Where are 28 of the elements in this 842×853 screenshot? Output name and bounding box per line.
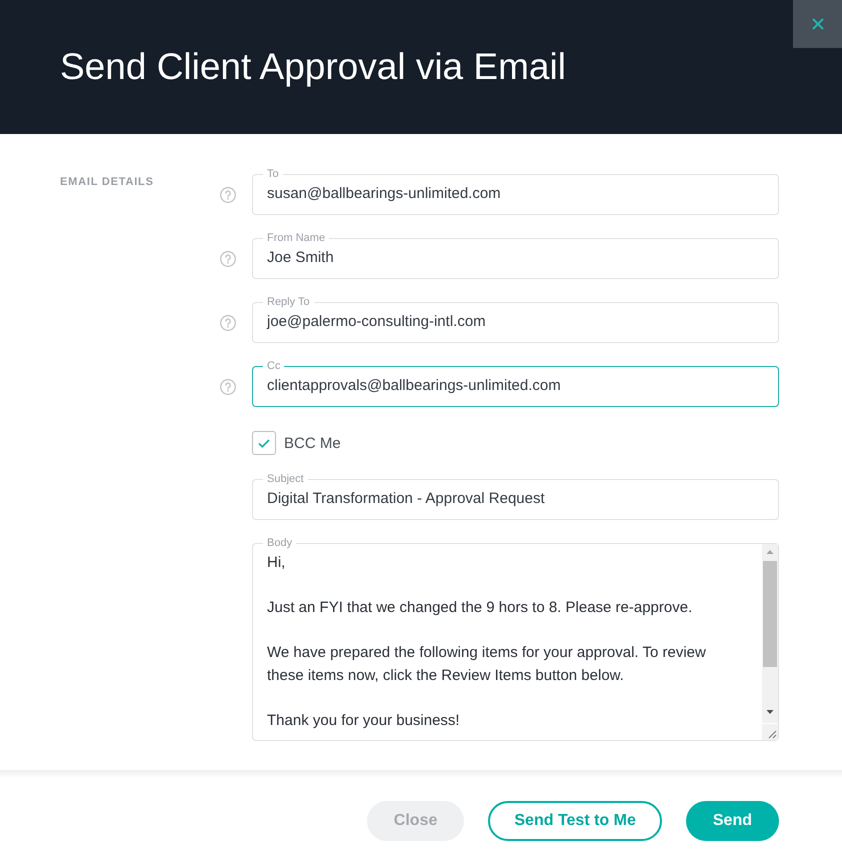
input-field[interactable]: From Name Joe Smith xyxy=(252,232,779,279)
input-field[interactable]: Cc clientapprovals@ballbearings-unlimited.com xyxy=(252,360,779,407)
textarea-field[interactable]: Body Hi, Just an FYI that we changed the 9 hors to 8. Please re-approve. We have prepared the following items for your approval. To review these items now, click the Review Items button below. Thank you for your business! xyxy=(252,537,779,741)
scrollbar-thumb[interactable] xyxy=(763,561,777,667)
field-label: To xyxy=(266,168,280,181)
checkmark-icon xyxy=(258,438,270,448)
scroll-down-arrow-icon[interactable] xyxy=(766,710,774,714)
help-icon[interactable] xyxy=(220,379,236,395)
dialog-title: Send Client Approval via Email xyxy=(60,46,566,88)
checkbox[interactable] xyxy=(252,431,276,455)
scrollbar[interactable] xyxy=(762,544,778,723)
checkbox-label: BCC Me xyxy=(284,434,341,452)
scroll-up-arrow-icon[interactable] xyxy=(766,550,774,554)
section-label: EMAIL DETAILS xyxy=(60,176,154,189)
help-icon[interactable] xyxy=(220,187,236,203)
resize-grip-icon[interactable] xyxy=(762,724,778,740)
input-field[interactable]: Subject Digital Transformation - Approval Request xyxy=(252,473,779,520)
field-label: Subject xyxy=(266,473,305,486)
help-icon[interactable] xyxy=(220,251,236,267)
input-field[interactable]: To susan@ballbearings-unlimited.com xyxy=(252,168,779,215)
field-label: Body xyxy=(266,537,294,550)
help-icon[interactable] xyxy=(220,315,236,331)
close-button[interactable] xyxy=(793,0,842,48)
field-label: Cc xyxy=(266,360,282,373)
input-field[interactable]: Reply To joe@palermo-consulting-intl.com xyxy=(252,296,779,343)
field-label: From Name xyxy=(266,232,326,245)
close-icon xyxy=(812,18,824,30)
field-label: Reply To xyxy=(266,296,311,309)
